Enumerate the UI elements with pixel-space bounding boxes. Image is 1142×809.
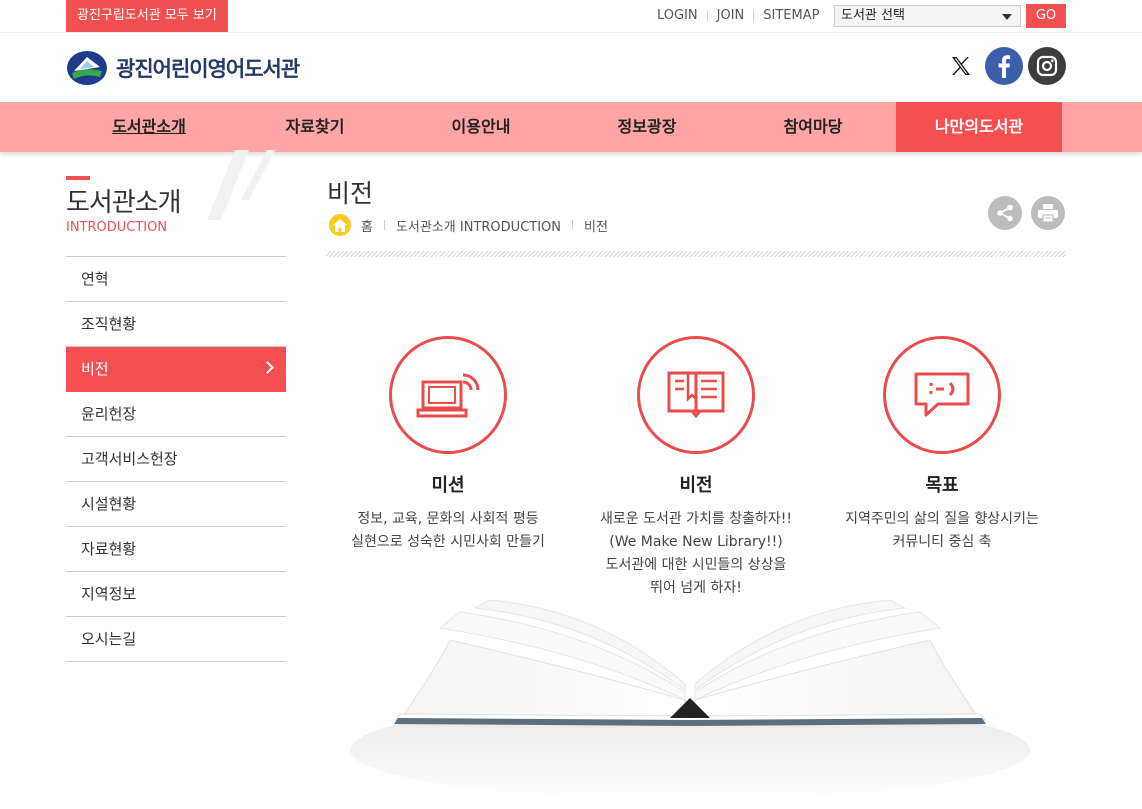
breadcrumb-separator <box>383 220 385 230</box>
printer-icon <box>1038 204 1058 222</box>
breadcrumb-current: 비전 <box>584 219 608 235</box>
subnav-customer-service-charter[interactable]: 고객서비스헌장 <box>66 437 286 482</box>
facebook-link[interactable] <box>985 47 1023 85</box>
subnav-history[interactable]: 연혁 <box>66 257 286 302</box>
go-button[interactable]: GO <box>1026 4 1066 28</box>
vision-card-vision: 비전 새로운 도서관 가치를 창출하자!! (We Make New Libra… <box>566 336 826 600</box>
home-icon[interactable] <box>329 214 351 236</box>
vision-description: 새로운 도서관 가치를 창출하자!! (We Make New Library!… <box>599 511 792 596</box>
instagram-icon <box>1036 55 1058 77</box>
sitemap-link[interactable]: SITEMAP <box>753 9 828 22</box>
logo-text: 광진어린이영어도서관 <box>116 57 300 81</box>
mission-icon-circle <box>389 336 507 454</box>
subnav-organization[interactable]: 조직현황 <box>66 302 286 347</box>
subnav-directions[interactable]: 오시는길 <box>66 617 286 662</box>
page-title: 비전 <box>327 179 374 208</box>
all-libraries-button[interactable]: 광진구립도서관 모두 보기 <box>66 0 228 32</box>
title-divider <box>326 251 1066 257</box>
library-select-value: 도서관 선택 <box>841 8 905 23</box>
subnav-ethics-charter[interactable]: 윤리헌장 <box>66 392 286 437</box>
vision-card-goal: 목표 지역주민의 삶의 질을 향상시키는 커뮤니티 중심 축 <box>812 336 1072 554</box>
goal-title: 목표 <box>925 475 959 496</box>
open-book-illustration <box>350 600 1030 800</box>
nav-library-intro[interactable]: 도서관소개 <box>66 102 232 152</box>
top-utility-bar: 광진구립도서관 모두 보기 LOGIN JOIN SITEMAP 도서관 선택 … <box>0 0 1142 33</box>
nav-search-materials[interactable]: 자료찾기 <box>232 102 398 152</box>
main-navigation: 도서관소개 자료찾기 이용안내 정보광장 참여마당 나만의도서관 <box>0 102 1142 152</box>
join-link[interactable]: JOIN <box>706 9 754 22</box>
nav-info-plaza[interactable]: 정보광장 <box>564 102 730 152</box>
facebook-icon <box>998 55 1011 78</box>
breadcrumb-section[interactable]: 도서관소개 INTRODUCTION <box>396 216 561 235</box>
nav-my-library[interactable]: 나만의도서관 <box>896 102 1062 152</box>
instagram-link[interactable] <box>1028 47 1066 85</box>
chevron-down-icon <box>1002 14 1012 20</box>
subnav-vision[interactable]: 비전 <box>66 347 286 392</box>
mission-description: 정보, 교육, 문화의 사회적 평등 실현으로 성숙한 시민사회 만들기 <box>351 511 545 550</box>
chevron-right-icon <box>261 361 274 374</box>
site-logo[interactable]: 광진어린이영어도서관 <box>66 49 300 87</box>
print-button[interactable] <box>1031 196 1065 230</box>
subnav-collections[interactable]: 자료현황 <box>66 527 286 572</box>
vision-icon-circle <box>637 336 755 454</box>
breadcrumb: 홈 도서관소개 INTRODUCTION 비전 <box>329 214 608 236</box>
library-select[interactable]: 도서관 선택 <box>834 5 1021 27</box>
site-header: 광진어린이영어도서관 <box>0 33 1142 102</box>
section-subtitle: INTRODUCTION <box>66 220 168 235</box>
x-link[interactable] <box>942 47 980 85</box>
sub-navigation: 연혁 조직현황 비전 윤리헌장 고객서비스헌장 시설현황 자료현황 지역정보 오… <box>66 256 286 662</box>
nav-participation[interactable]: 참여마당 <box>730 102 896 152</box>
mission-title: 미션 <box>431 475 465 496</box>
x-icon <box>952 57 970 75</box>
breadcrumb-home[interactable]: 홈 <box>361 216 373 235</box>
library-logo-icon <box>67 51 107 85</box>
subnav-vision-label: 비전 <box>81 360 109 378</box>
section-title: 도서관소개 <box>66 188 182 218</box>
breadcrumb-separator <box>572 220 574 230</box>
login-link[interactable]: LOGIN <box>648 9 707 22</box>
section-title-accent <box>66 176 90 180</box>
share-icon <box>997 204 1013 222</box>
share-button[interactable] <box>988 196 1022 230</box>
vision-title: 비전 <box>679 475 713 496</box>
goal-description: 지역주민의 삶의 질을 향상시키는 커뮤니티 중심 축 <box>845 511 1039 550</box>
top-links: LOGIN JOIN SITEMAP <box>648 0 828 32</box>
vision-card-mission: 미션 정보, 교육, 문화의 사회적 평등 실현으로 성숙한 시민사회 만들기 <box>318 336 578 554</box>
goal-icon-circle <box>883 336 1001 454</box>
chat-bubble-icon <box>914 372 970 417</box>
open-book-icon <box>667 371 725 419</box>
nav-usage-guide[interactable]: 이용안내 <box>398 102 564 152</box>
subnav-facilities[interactable]: 시설현황 <box>66 482 286 527</box>
subnav-local-info[interactable]: 지역정보 <box>66 572 286 617</box>
computer-wifi-icon <box>416 373 480 418</box>
decorative-slash-graphic <box>207 150 275 220</box>
